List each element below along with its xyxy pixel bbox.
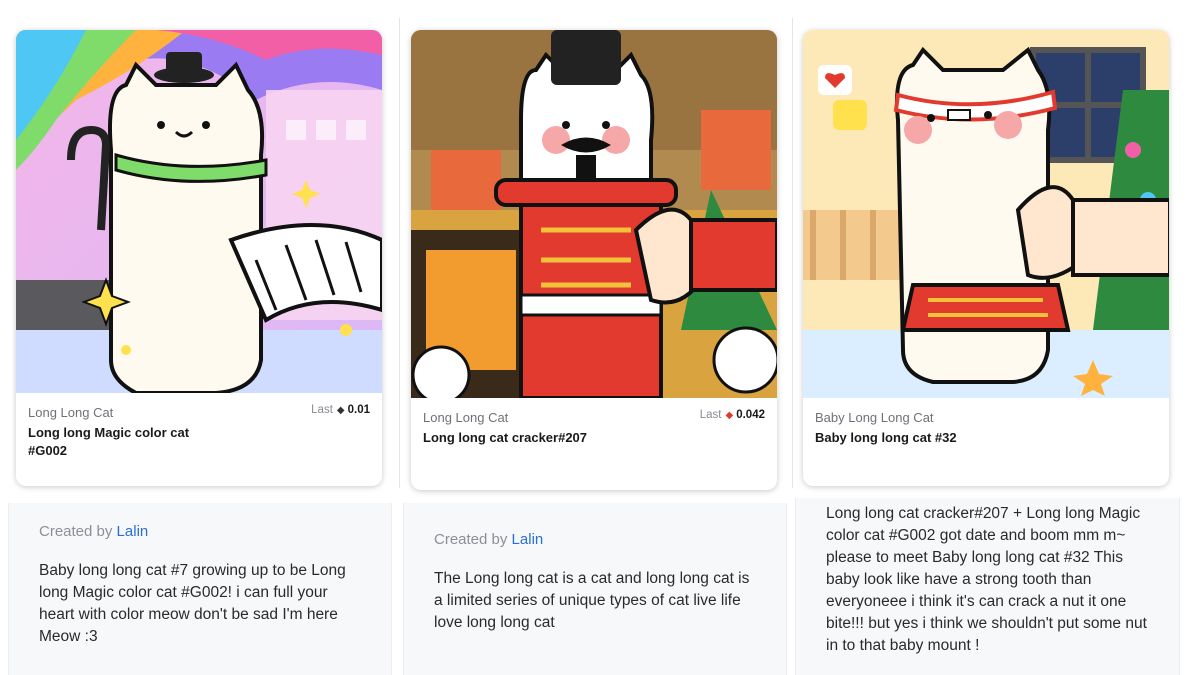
column-divider	[792, 18, 793, 488]
artist-link[interactable]: Lalin	[512, 531, 544, 548]
created-by-label: Created by	[434, 531, 508, 548]
item-name[interactable]: Long long cat cracker#207	[423, 429, 765, 447]
nft-image[interactable]	[411, 30, 777, 398]
column-divider	[399, 18, 400, 488]
last-price: Last ◆ 0.042	[700, 409, 765, 421]
price-label: Last	[699, 409, 722, 421]
nft-card[interactable]: Baby Long Long Cat Baby long long cat #3…	[803, 30, 1169, 486]
created-by: Created by Lalin	[39, 523, 365, 540]
price-value: 0.042	[736, 409, 765, 421]
item-description: Long long cat cracker#207 + Long long Ma…	[826, 505, 1147, 654]
item-description: The Long long cat is a cat and long long…	[434, 570, 750, 631]
item-name[interactable]: Long long Magic color cat #G002	[28, 424, 218, 460]
magic-color-cat-artwork	[16, 30, 382, 393]
nft-card[interactable]: Long Long Cat Long long cat cracker#207 …	[411, 30, 777, 490]
price-value: 0.01	[347, 404, 370, 416]
description-panel: Created by Lalin Baby long long cat #7 g…	[8, 503, 392, 675]
baby-cat-artwork	[803, 30, 1169, 398]
description-panel: Long long cat cracker#207 + Long long Ma…	[795, 498, 1180, 675]
cat-cracker-artwork	[411, 30, 777, 398]
collection-name[interactable]: Baby Long Long Cat	[815, 410, 1157, 425]
created-by: Created by Lalin	[434, 531, 760, 548]
item-description: Baby long long cat #7 growing up to be L…	[39, 562, 346, 645]
nft-image[interactable]	[803, 30, 1169, 398]
item-name[interactable]: Baby long long cat #32	[815, 429, 1157, 447]
nft-column-2: Long Long Cat Long long cat cracker#207 …	[403, 0, 787, 675]
price-label: Last	[311, 404, 333, 416]
last-price: Last ◆ 0.01	[311, 404, 370, 416]
card-info: Long Long Cat Long long cat cracker#207 …	[411, 398, 777, 447]
description-panel: Created by Lalin The Long long cat is a …	[403, 503, 787, 675]
card-info: Long Long Cat Long long Magic color cat …	[16, 393, 382, 460]
nft-column-3: Baby Long Long Cat Baby long long cat #3…	[795, 0, 1180, 675]
card-info: Baby Long Long Cat Baby long long cat #3…	[803, 398, 1169, 447]
created-by-label: Created by	[39, 523, 113, 540]
ethereum-icon: ◆	[336, 405, 345, 416]
ethereum-icon: ◆	[725, 410, 734, 421]
artist-link[interactable]: Lalin	[117, 523, 149, 540]
nft-image[interactable]	[16, 30, 382, 393]
nft-card[interactable]: Long Long Cat Long long Magic color cat …	[16, 30, 382, 486]
nft-column-1: Long Long Cat Long long Magic color cat …	[8, 0, 392, 675]
